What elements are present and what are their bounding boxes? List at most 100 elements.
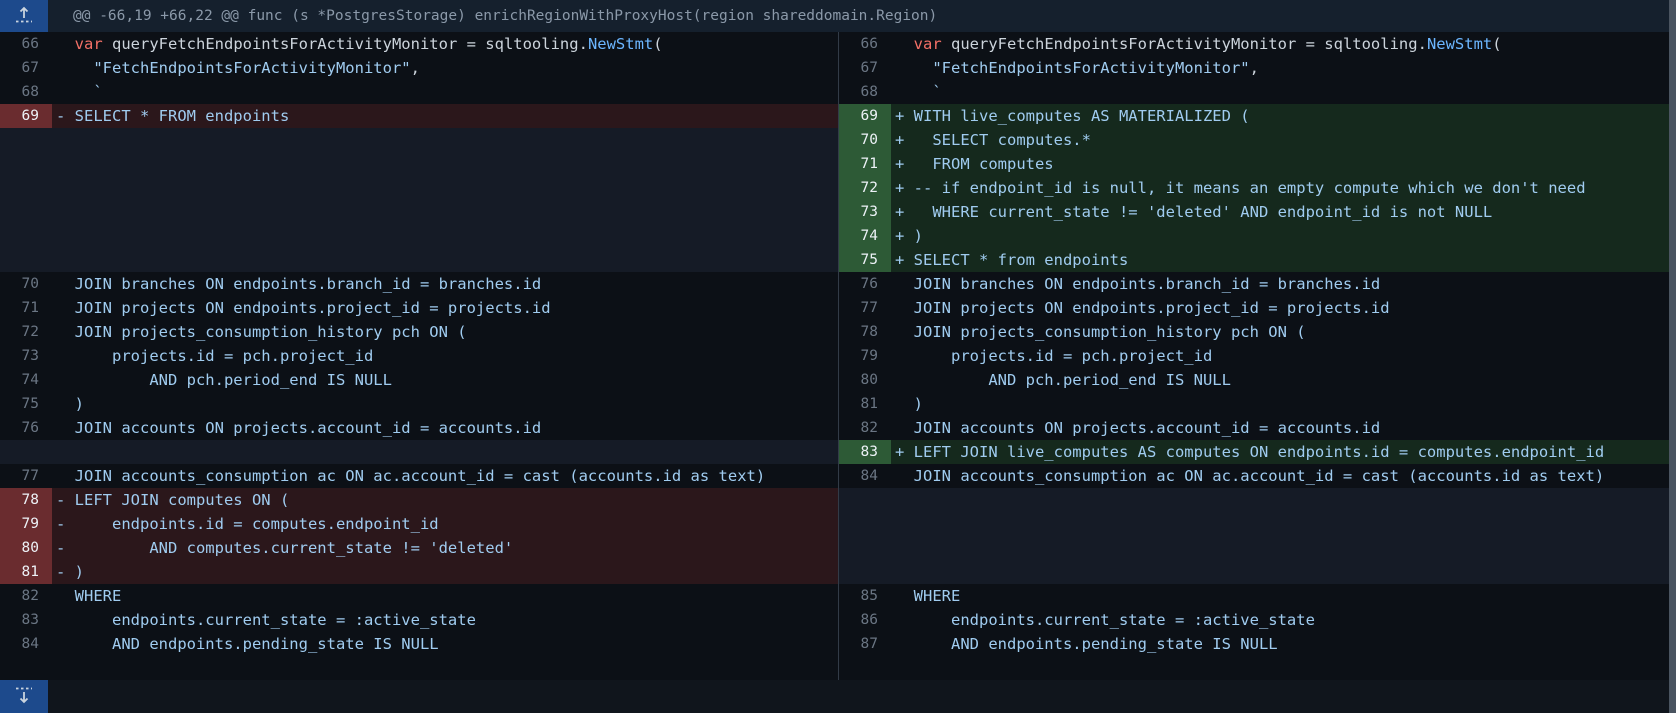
diff-row: 81- ) bbox=[0, 560, 838, 584]
line-number[interactable]: 77 bbox=[839, 296, 891, 320]
diff-row: 86 endpoints.current_state = :active_sta… bbox=[839, 608, 1676, 632]
line-number[interactable]: 80 bbox=[0, 536, 52, 560]
diff-row: 85 WHERE bbox=[839, 584, 1676, 608]
line-number[interactable]: 85 bbox=[839, 584, 891, 608]
diff-row: 75 ) bbox=[0, 392, 838, 416]
diff-row: 84 JOIN accounts_consumption ac ON ac.ac… bbox=[839, 464, 1676, 488]
filler-row bbox=[0, 128, 838, 272]
line-number[interactable]: 74 bbox=[839, 224, 891, 248]
line-number[interactable]: 79 bbox=[839, 344, 891, 368]
diff-row: 82 WHERE bbox=[0, 584, 838, 608]
line-number[interactable]: 72 bbox=[0, 320, 52, 344]
diff-row: 69- SELECT * FROM endpoints bbox=[0, 104, 838, 128]
line-number[interactable]: 74 bbox=[0, 368, 52, 392]
line-number[interactable]: 67 bbox=[839, 56, 891, 80]
vertical-scrollbar[interactable] bbox=[1669, 0, 1676, 713]
line-number[interactable]: 71 bbox=[839, 152, 891, 176]
code-line: + WHERE current_state != 'deleted' AND e… bbox=[891, 200, 1676, 224]
diff-row: 67 "FetchEndpointsForActivityMonitor", bbox=[839, 56, 1676, 80]
line-number[interactable]: 67 bbox=[0, 56, 52, 80]
code-line: AND endpoints.pending_state IS NULL bbox=[52, 632, 838, 656]
diff-row: 75+ SELECT * from endpoints bbox=[839, 248, 1676, 272]
code-line: WHERE bbox=[891, 584, 1676, 608]
line-number[interactable]: 70 bbox=[0, 272, 52, 296]
diff-row: 73 projects.id = pch.project_id bbox=[0, 344, 838, 368]
diff-row: 80- AND computes.current_state != 'delet… bbox=[0, 536, 838, 560]
line-number[interactable]: 68 bbox=[0, 80, 52, 104]
diff-row: 79- endpoints.id = computes.endpoint_id bbox=[0, 512, 838, 536]
line-number[interactable]: 77 bbox=[0, 464, 52, 488]
line-number[interactable]: 83 bbox=[839, 440, 891, 464]
code-line: projects.id = pch.project_id bbox=[891, 344, 1676, 368]
line-number[interactable]: 75 bbox=[839, 248, 891, 272]
code-line: + LEFT JOIN live_computes AS computes ON… bbox=[891, 440, 1676, 464]
code-line: + ) bbox=[891, 224, 1676, 248]
line-number[interactable]: 72 bbox=[839, 176, 891, 200]
code-line: projects.id = pch.project_id bbox=[52, 344, 838, 368]
code-line: - SELECT * FROM endpoints bbox=[52, 104, 838, 128]
hunk-header-text: @@ -66,19 +66,22 @@ func (s *PostgresSto… bbox=[73, 8, 937, 24]
line-number[interactable]: 66 bbox=[839, 32, 891, 56]
expand-up-button[interactable] bbox=[0, 0, 48, 32]
code-line: + SELECT * from endpoints bbox=[891, 248, 1676, 272]
diff-row: 83 endpoints.current_state = :active_sta… bbox=[0, 608, 838, 632]
line-number[interactable]: 75 bbox=[0, 392, 52, 416]
diff-row: 72+ -- if endpoint_id is null, it means … bbox=[839, 176, 1676, 200]
code-line: + SELECT computes.* bbox=[891, 128, 1676, 152]
diff-row: 70 JOIN branches ON endpoints.branch_id … bbox=[0, 272, 838, 296]
line-number[interactable]: 71 bbox=[0, 296, 52, 320]
diff-row: 82 JOIN accounts ON projects.account_id … bbox=[839, 416, 1676, 440]
line-number[interactable]: 80 bbox=[839, 368, 891, 392]
line-number[interactable]: 84 bbox=[0, 632, 52, 656]
line-number[interactable]: 84 bbox=[839, 464, 891, 488]
line-number[interactable]: 81 bbox=[839, 392, 891, 416]
line-number[interactable]: 81 bbox=[0, 560, 52, 584]
diff-row: 80 AND pch.period_end IS NULL bbox=[839, 368, 1676, 392]
code-line: var queryFetchEndpointsForActivityMonito… bbox=[52, 32, 838, 56]
diff-row: 74+ ) bbox=[839, 224, 1676, 248]
code-line: JOIN projects_consumption_history pch ON… bbox=[891, 320, 1676, 344]
line-number[interactable]: 78 bbox=[839, 320, 891, 344]
line-number[interactable]: 73 bbox=[839, 200, 891, 224]
line-number[interactable]: 69 bbox=[0, 104, 52, 128]
line-number[interactable]: 76 bbox=[839, 272, 891, 296]
code-line: - endpoints.id = computes.endpoint_id bbox=[52, 512, 838, 536]
diff-viewer: @@ -66,19 +66,22 @@ func (s *PostgresSto… bbox=[0, 0, 1676, 713]
code-line: endpoints.current_state = :active_state bbox=[52, 608, 838, 632]
line-number[interactable]: 68 bbox=[839, 80, 891, 104]
line-number[interactable]: 86 bbox=[839, 608, 891, 632]
code-line: - LEFT JOIN computes ON ( bbox=[52, 488, 838, 512]
expand-down-icon bbox=[13, 685, 35, 708]
diff-row: 70+ SELECT computes.* bbox=[839, 128, 1676, 152]
code-line: ` bbox=[891, 80, 1676, 104]
line-number[interactable]: 82 bbox=[0, 584, 52, 608]
hunk-footer-bar bbox=[0, 680, 1676, 713]
line-number[interactable]: 82 bbox=[839, 416, 891, 440]
line-number[interactable]: 70 bbox=[839, 128, 891, 152]
diff-row: 66 var queryFetchEndpointsForActivityMon… bbox=[0, 32, 838, 56]
diff-row: 68 ` bbox=[0, 80, 838, 104]
diff-row: 78- LEFT JOIN computes ON ( bbox=[0, 488, 838, 512]
line-number[interactable]: 66 bbox=[0, 32, 52, 56]
line-number[interactable]: 79 bbox=[0, 512, 52, 536]
code-line: - AND computes.current_state != 'deleted… bbox=[52, 536, 838, 560]
line-number[interactable]: 73 bbox=[0, 344, 52, 368]
line-number[interactable]: 69 bbox=[839, 104, 891, 128]
diff-row: 78 JOIN projects_consumption_history pch… bbox=[839, 320, 1676, 344]
code-line: + WITH live_computes AS MATERIALIZED ( bbox=[891, 104, 1676, 128]
code-line: AND pch.period_end IS NULL bbox=[891, 368, 1676, 392]
diff-row: 77 JOIN projects ON endpoints.project_id… bbox=[839, 296, 1676, 320]
code-line: AND endpoints.pending_state IS NULL bbox=[891, 632, 1676, 656]
filler-row bbox=[839, 488, 1676, 584]
expand-down-button[interactable] bbox=[0, 680, 48, 713]
diff-row: 68 ` bbox=[839, 80, 1676, 104]
line-number[interactable]: 76 bbox=[0, 416, 52, 440]
line-number[interactable]: 87 bbox=[839, 632, 891, 656]
line-number[interactable]: 78 bbox=[0, 488, 52, 512]
code-line: JOIN branches ON endpoints.branch_id = b… bbox=[52, 272, 838, 296]
line-number[interactable]: 83 bbox=[0, 608, 52, 632]
code-line: JOIN projects ON endpoints.project_id = … bbox=[891, 296, 1676, 320]
diff-row: 79 projects.id = pch.project_id bbox=[839, 344, 1676, 368]
diff-row: 69+ WITH live_computes AS MATERIALIZED ( bbox=[839, 104, 1676, 128]
diff-panels: 66 var queryFetchEndpointsForActivityMon… bbox=[0, 32, 1676, 680]
